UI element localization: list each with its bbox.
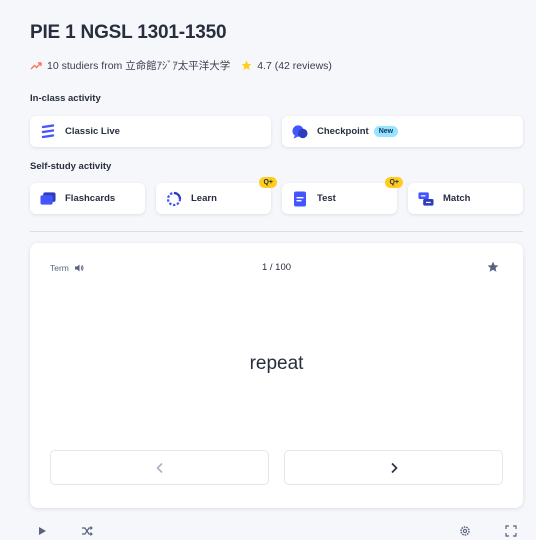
card-term: repeat <box>249 353 304 374</box>
set-meta: 10 studiers from 立命館ｱｼﾞｱ太平洋大学 4.7 (42 re… <box>30 58 332 73</box>
rating-star-icon <box>241 60 252 70</box>
play-icon[interactable] <box>36 525 48 537</box>
learn-button[interactable]: Learn Q+ <box>156 177 277 214</box>
learn-label: Learn <box>191 193 217 204</box>
new-badge: New <box>373 126 399 137</box>
classic-live-button[interactable]: Classic Live <box>30 116 271 147</box>
test-icon <box>292 191 308 207</box>
checkpoint-label: Checkpoint <box>317 126 369 137</box>
learn-plus-badge: Q+ <box>259 177 277 188</box>
next-card-button[interactable] <box>284 450 503 485</box>
flashcards-button[interactable]: Flashcards <box>30 183 145 214</box>
studiers-count: 10 studiers from 立命館ｱｼﾞｱ太平洋大学 <box>47 60 231 72</box>
match-icon <box>418 191 434 207</box>
previous-card-button[interactable] <box>50 450 269 485</box>
set-title: PIE 1 NGSL 1301-1350 <box>30 22 227 43</box>
match-label: Match <box>443 193 471 204</box>
section-divider <box>30 231 523 232</box>
flashcard[interactable]: Term 1 / 100 repeat <box>30 243 523 508</box>
shuffle-icon[interactable] <box>81 525 93 537</box>
fullscreen-icon[interactable] <box>505 525 517 537</box>
chevron-left-icon <box>155 462 163 473</box>
classic-live-label: Classic Live <box>65 126 120 137</box>
test-label: Test <box>317 193 336 204</box>
chevron-right-icon <box>390 462 398 473</box>
star-icon[interactable] <box>487 261 499 273</box>
flashcards-label: Flashcards <box>65 193 116 204</box>
card-progress: 1 / 100 <box>261 262 292 273</box>
in-class-label: In-class activity <box>30 93 101 104</box>
settings-icon[interactable] <box>459 525 471 537</box>
flashcard-toolbar <box>0 522 536 540</box>
trending-icon <box>30 61 42 69</box>
self-study-label: Self-study activity <box>30 161 112 172</box>
match-button[interactable]: Match <box>408 183 523 214</box>
classic-live-icon <box>40 123 56 140</box>
learn-icon <box>166 191 182 207</box>
test-button[interactable]: Test Q+ <box>282 177 403 214</box>
checkpoint-icon <box>292 124 308 140</box>
rating-text[interactable]: 4.7 (42 reviews) <box>257 60 332 72</box>
checkpoint-button[interactable]: Checkpoint New <box>282 116 523 147</box>
test-plus-badge: Q+ <box>385 177 403 188</box>
flashcards-icon <box>40 191 56 207</box>
